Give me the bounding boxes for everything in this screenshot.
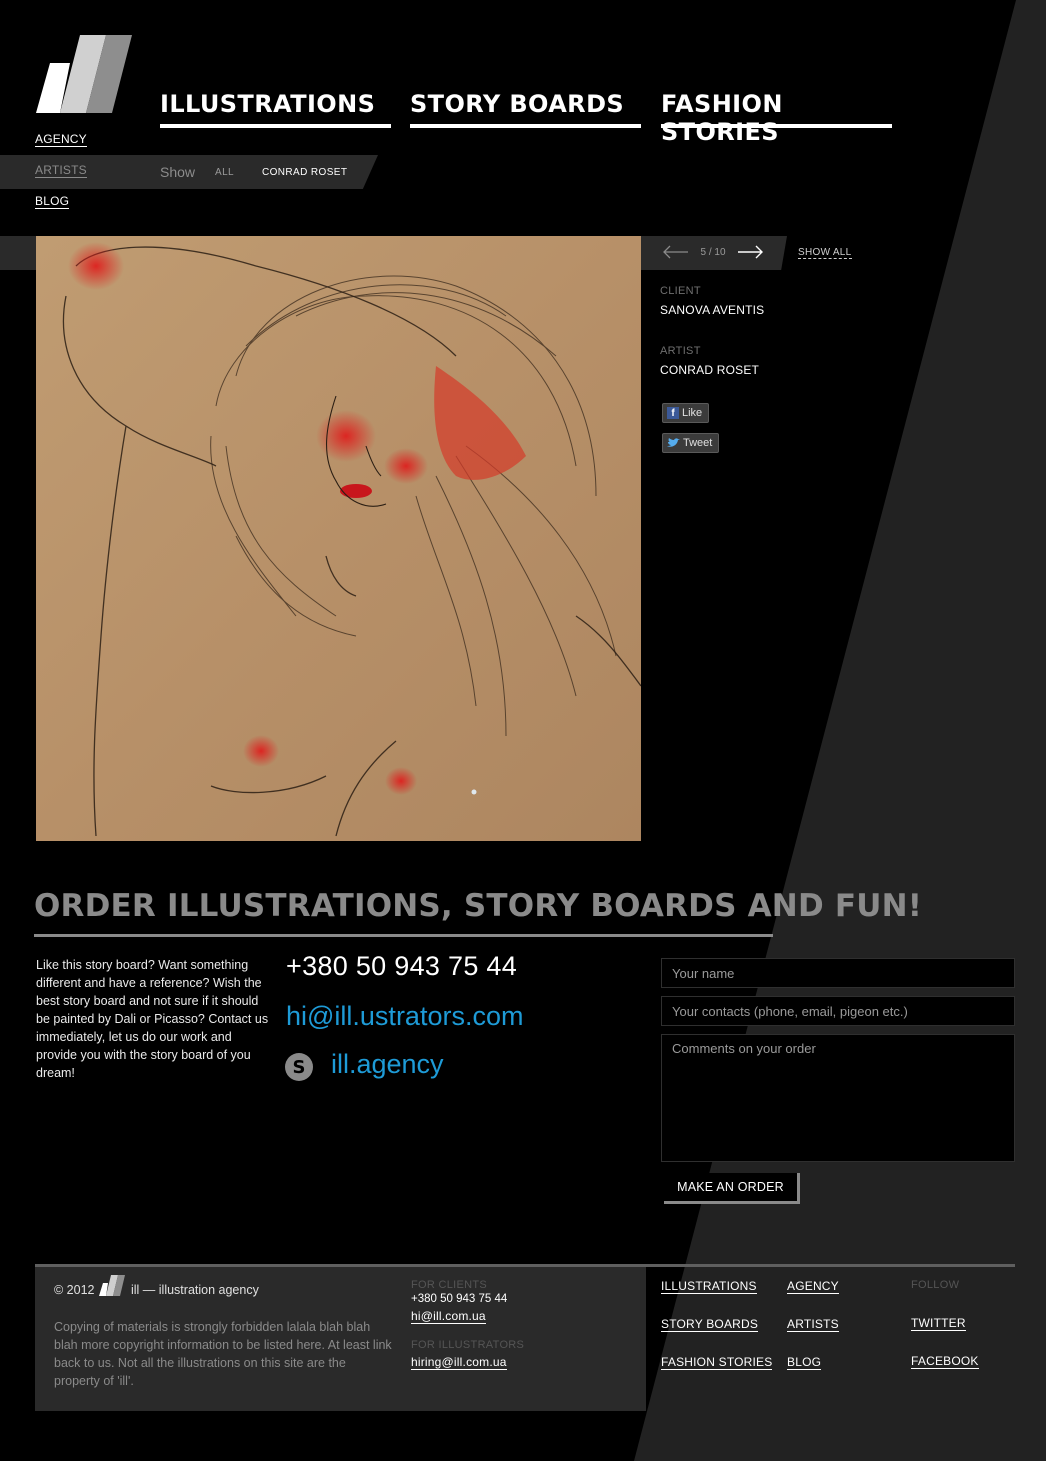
follow-label: FOLLOW	[911, 1279, 960, 1291]
facebook-icon: f	[667, 407, 679, 419]
show-label: Show	[160, 164, 196, 180]
clients-email-link[interactable]: hi@ill.com.ua	[411, 1309, 486, 1324]
footer-link-facebook[interactable]: FACEBOOK	[911, 1354, 979, 1369]
image-band	[0, 236, 36, 270]
footer-logo-icon	[99, 1275, 125, 1296]
contacts-input[interactable]	[661, 996, 1015, 1026]
nav-story-boards[interactable]: STORY BOARDS	[410, 90, 641, 128]
agency-name: ill — illustration agency	[131, 1283, 259, 1297]
clients-phone: +380 50 943 75 44	[411, 1293, 508, 1305]
logo-icon[interactable]	[36, 35, 132, 113]
prev-arrow-icon[interactable]	[662, 245, 688, 259]
footer-link-artists[interactable]: ARTISTS	[787, 1317, 839, 1332]
page: AGENCY ARTISTS BLOG Show ALL CONRAD ROSE…	[0, 0, 1046, 1461]
contact-email[interactable]: hi@ill.ustrators.com	[286, 1001, 523, 1032]
order-description: Like this story board? Want something di…	[36, 958, 269, 1080]
twitter-bird-icon	[667, 438, 680, 447]
tweet-button[interactable]: Tweet	[662, 433, 720, 453]
nav-agency[interactable]: AGENCY	[35, 132, 87, 147]
skype-icon: S	[285, 1053, 313, 1081]
footer-link-illustrations[interactable]: ILLUSTRATIONS	[661, 1279, 757, 1294]
like-button[interactable]: f Like	[662, 403, 710, 423]
order-title: ORDER ILLUSTRATIONS, STORY BOARDS AND FU…	[34, 888, 923, 924]
comments-textarea[interactable]	[661, 1034, 1015, 1162]
for-clients-label: FOR CLIENTS	[411, 1279, 488, 1291]
nav-blog[interactable]: BLOG	[35, 194, 70, 209]
footer-divider	[35, 1264, 1015, 1267]
artist-label: ARTIST	[660, 345, 701, 357]
client-label: CLIENT	[660, 285, 701, 297]
like-label: Like	[682, 407, 703, 419]
artwork-image	[36, 236, 641, 841]
copyright-year: © 2012	[54, 1283, 95, 1297]
image-counter: 5 / 10	[700, 247, 726, 258]
tweet-label: Tweet	[683, 437, 713, 449]
show-all-link[interactable]: SHOW ALL	[798, 247, 852, 259]
make-order-button[interactable]: MAKE AN ORDER	[664, 1173, 800, 1204]
order-divider	[34, 934, 773, 937]
footer-link-twitter[interactable]: TWITTER	[911, 1316, 966, 1331]
contact-phone: +380 50 943 75 44	[286, 951, 518, 981]
for-illustrators-label: FOR ILLUSTRATORS	[411, 1339, 525, 1351]
svg-text:S: S	[293, 1057, 306, 1078]
next-arrow-icon[interactable]	[738, 245, 764, 259]
contact-skype[interactable]: ill.agency	[331, 1049, 444, 1080]
name-input[interactable]	[661, 958, 1015, 988]
copyright-text: Copying of materials is strongly forbidd…	[54, 1320, 392, 1388]
filter-all[interactable]: ALL	[215, 167, 234, 178]
footer-link-story-boards[interactable]: STORY BOARDS	[661, 1317, 759, 1332]
filter-conrad-roset[interactable]: CONRAD ROSET	[262, 167, 347, 178]
footer-link-blog[interactable]: BLOG	[787, 1355, 822, 1370]
footer-link-fashion-stories[interactable]: FASHION STORIES	[661, 1355, 773, 1370]
client-value: SANOVA AVENTIS	[660, 303, 765, 317]
illustrators-email-link[interactable]: hiring@ill.com.ua	[411, 1355, 507, 1370]
artist-value: CONRAD ROSET	[660, 363, 760, 377]
nav-artists[interactable]: ARTISTS	[35, 163, 87, 178]
footer-link-agency[interactable]: AGENCY	[787, 1279, 839, 1294]
nav-illustrations[interactable]: ILLUSTRATIONS	[160, 90, 391, 128]
nav-fashion-stories[interactable]: FASHION STORIES	[661, 90, 892, 146]
